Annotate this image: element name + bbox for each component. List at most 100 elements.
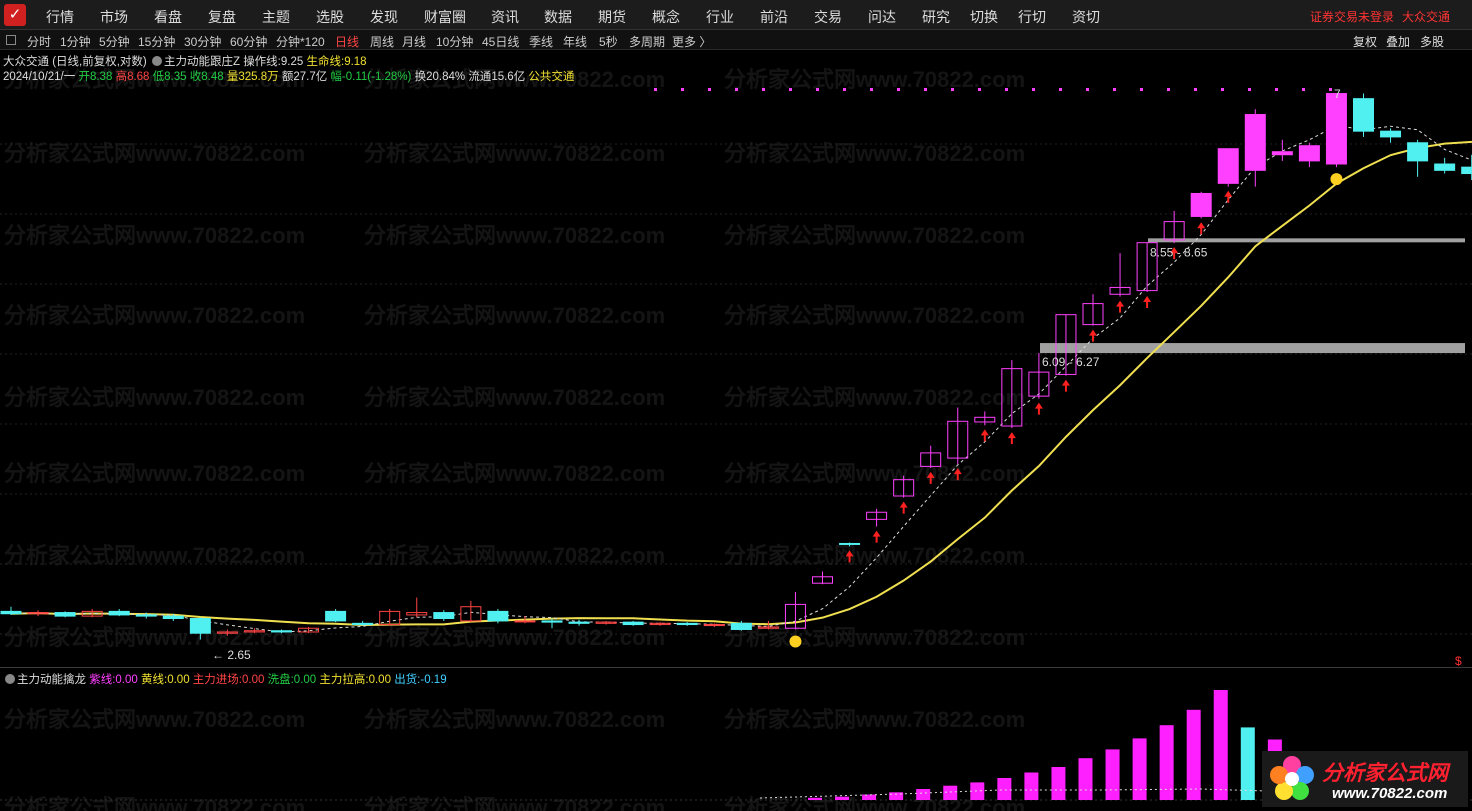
indicator-bar (1159, 725, 1174, 800)
buy-arrow-icon (1197, 222, 1206, 235)
period-tab-4[interactable]: 30分钟 (184, 33, 221, 50)
top-signal-dot (1194, 88, 1197, 91)
top-signal-dot (1005, 88, 1008, 91)
menu-item-1[interactable]: 市场 (100, 7, 128, 27)
indicator-bar (808, 797, 822, 800)
menu-item-8[interactable]: 资讯 (491, 7, 519, 27)
top-signal-dot (1140, 88, 1143, 91)
indicator-settings-icon[interactable] (151, 56, 162, 66)
top-signal-dot (735, 88, 738, 91)
period-tab-12[interactable]: 季线 (529, 33, 553, 50)
low-label: 低 (152, 71, 165, 83)
login-status[interactable]: 证券交易未登录 (1310, 8, 1394, 25)
purple-line-label: 紫线: (89, 674, 116, 686)
menu-item-11[interactable]: 概念 (652, 7, 680, 27)
quote-info-line: 2024/10/21/一 开8.38 高8.68 低8.35 收8.48 量32… (3, 68, 574, 84)
quote-date: 2024/10/21/一 (3, 71, 76, 83)
tool-button-2[interactable]: 多股 (1420, 33, 1444, 50)
operation-line (10, 125, 1472, 633)
menu-item-14[interactable]: 交易 (814, 7, 842, 27)
tool-button-1[interactable]: 叠加 (1386, 33, 1410, 50)
menu-item-15[interactable]: 问达 (868, 7, 896, 27)
candle-body (514, 620, 536, 623)
menu-item-13[interactable]: 前沿 (760, 7, 788, 27)
low-price-label: ← 2.65 (212, 648, 251, 662)
period-tab-5[interactable]: 60分钟 (230, 33, 267, 50)
indicator-chart[interactable] (0, 686, 1472, 808)
period-bar: 分时 1分钟 5分钟 15分钟 30分钟 60分钟 分钟*120 日线 周线 月线 10分钟 45日线… (0, 30, 1472, 50)
period-tab-3[interactable]: 15分钟 (138, 33, 175, 50)
app-logo-icon[interactable]: ✓ (4, 4, 26, 26)
top-signal-dot (1275, 88, 1278, 91)
menu-item-2[interactable]: 看盘 (154, 7, 182, 27)
candle-body (676, 622, 698, 626)
candlestick-chart[interactable]: ← 2.65 6.09 - 6.27 8.55 - 8.65 7 $ (0, 84, 1472, 666)
period-tab-10[interactable]: 10分钟 (436, 33, 473, 50)
candle-body (325, 610, 347, 622)
indicator2-name[interactable]: 主力动能擒龙 (17, 674, 86, 686)
menu-item-17[interactable]: 切换 (970, 7, 998, 27)
period-tab-15[interactable]: 多周期 (629, 33, 665, 50)
menu-item-9[interactable]: 数据 (544, 7, 572, 27)
candle-body (1407, 142, 1429, 162)
smiley-icon (789, 635, 802, 648)
indicator-bar (1186, 709, 1201, 800)
candle-body (703, 624, 725, 627)
top-signal-dot (1221, 88, 1224, 91)
indicator2-settings-icon[interactable] (5, 674, 15, 684)
op-line-value: 9.25 (280, 56, 304, 68)
menu-item-3[interactable]: 复盘 (208, 7, 236, 27)
menu-item-4[interactable]: 主题 (262, 7, 290, 27)
indicator-bar (862, 794, 877, 800)
top-signal-dot (1329, 88, 1332, 91)
candle-body (541, 620, 563, 623)
period-tab-11[interactable]: 45日线 (482, 33, 519, 50)
panel-divider[interactable] (0, 667, 1472, 668)
menu-item-7[interactable]: 财富圈 (424, 7, 466, 27)
menu-item-6[interactable]: 发现 (370, 7, 398, 27)
top-signal-dot (1059, 88, 1062, 91)
turnover-value: 20.84% (426, 71, 466, 83)
menu-item-12[interactable]: 行业 (706, 7, 734, 27)
pull-label: 主力拉高: (319, 674, 369, 686)
entry-label: 主力进场: (192, 674, 242, 686)
buy-arrow-icon (1116, 300, 1125, 313)
open-label: 开 (78, 71, 90, 83)
brand-name: 分析家公式网 (1322, 762, 1448, 785)
period-tab-1[interactable]: 1分钟 (60, 33, 91, 50)
top-marker-label: 7 (1334, 87, 1341, 101)
period-tab-6[interactable]: 分钟*120 (276, 33, 325, 50)
amount-label: 额 (281, 71, 294, 83)
period-tab-16[interactable]: 更多 〉 (672, 33, 711, 50)
buy-arrow-icon (926, 471, 935, 484)
menu-item-19[interactable]: 资切 (1072, 7, 1100, 27)
candle-body (135, 614, 157, 617)
menu-item-5[interactable]: 选股 (316, 7, 344, 27)
period-tab-9[interactable]: 月线 (402, 33, 426, 50)
exchange-sector[interactable]: 公共交通 (528, 71, 574, 83)
candle-body (433, 612, 455, 620)
candle-body (1190, 192, 1212, 217)
period-tab-2[interactable]: 5分钟 (99, 33, 130, 50)
menu-item-16[interactable]: 研究 (922, 7, 950, 27)
tool-button-0[interactable]: 复权 (1353, 33, 1377, 50)
candle-body (352, 622, 374, 626)
period-tab-8[interactable]: 周线 (370, 33, 394, 50)
menu-item-10[interactable]: 期货 (598, 7, 626, 27)
chart-title-line: 大众交通 (日线,前复权,对数) 主力动能跟庄Z 操作线:9.25 生命线:9.… (3, 53, 367, 69)
panel-toggle-icon[interactable] (6, 35, 16, 45)
candle-body (1353, 98, 1374, 132)
indicator-info-line: 主力动能擒龙 紫线:0.00 黄线:0.00 主力进场:0.00 洗盘:0.00… (3, 671, 447, 687)
stock-name-top: 大众交通 (1401, 10, 1450, 24)
period-tab-13[interactable]: 年线 (563, 33, 587, 50)
period-tab-7[interactable]: 日线 (335, 33, 359, 50)
period-tab-14[interactable]: 5秒 (599, 33, 618, 50)
candle-body (839, 542, 861, 545)
menu-item-18[interactable]: 行切 (1018, 7, 1046, 27)
wash-label: 洗盘: (267, 674, 294, 686)
period-tab-0[interactable]: 分时 (27, 33, 51, 50)
life-line-value: 9.18 (344, 56, 367, 68)
buy-arrow-icon (953, 468, 962, 481)
menu-item-0[interactable]: 行情 (46, 7, 74, 27)
indicator-name[interactable]: 主力动能跟庄Z (164, 56, 240, 68)
